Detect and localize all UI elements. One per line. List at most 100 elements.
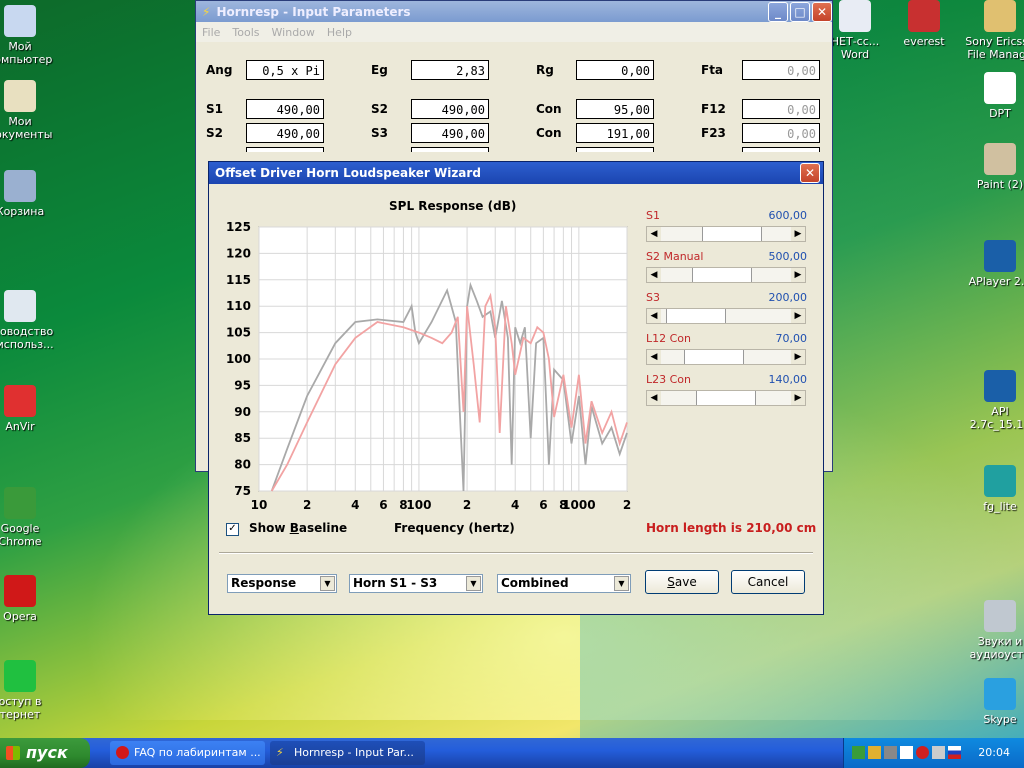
x-tick-label: 4 <box>351 498 359 512</box>
desktop-icon[interactable]: everest <box>884 0 964 48</box>
param-field[interactable]: 0,00 <box>742 60 820 80</box>
show-baseline-checkbox[interactable]: ✓ <box>226 523 239 536</box>
param-field[interactable]: 0,5 x Pi <box>246 60 324 80</box>
minimize-button[interactable]: _ <box>768 1 788 22</box>
param-field[interactable]: 0,00 <box>742 99 820 119</box>
slider-thumb[interactable] <box>666 309 727 323</box>
main-window-titlebar[interactable]: ⚡ Hornresp - Input Parameters _ □ ✕ <box>196 1 832 22</box>
tray-icons[interactable] <box>852 746 961 759</box>
menu-file[interactable]: File <box>202 26 220 39</box>
param-field[interactable]: 0,00 <box>576 60 654 80</box>
main-window-title: Hornresp - Input Parameters <box>216 4 411 19</box>
app-icon[interactable] <box>916 746 929 759</box>
param-field[interactable]: 0,00 <box>411 147 489 152</box>
param-field[interactable]: 2,83 <box>411 60 489 80</box>
param-field[interactable]: 0,00 <box>576 147 654 152</box>
param-field[interactable]: 490,00 <box>411 99 489 119</box>
chevron-down-icon: ▼ <box>466 576 481 591</box>
desktop-icon[interactable]: Skype <box>960 678 1024 726</box>
maximize-button[interactable]: □ <box>790 1 810 22</box>
desktop-icon[interactable]: Paint (2) <box>960 143 1024 191</box>
view-combo[interactable]: Response ▼ <box>227 574 337 593</box>
speaker-icon[interactable] <box>932 746 945 759</box>
slider-thumb[interactable] <box>695 391 756 405</box>
menu-tools[interactable]: Tools <box>232 26 259 39</box>
param-field[interactable]: 0,00 <box>742 147 820 152</box>
arrow-left-icon[interactable]: ◀ <box>647 268 661 282</box>
desktop-icon[interactable]: DPT <box>960 72 1024 120</box>
slider-scrollbar[interactable]: ◀ ▶ <box>646 267 806 283</box>
horn-length-text: Horn length is 210,00 cm <box>646 521 817 535</box>
desktop-icon[interactable]: Корзина <box>0 170 60 218</box>
param-field[interactable]: 490,00 <box>411 123 489 143</box>
desktop-icon[interactable]: Мои документы <box>0 80 60 141</box>
horn-combo[interactable]: Horn S1 - S3 ▼ <box>349 574 483 593</box>
chevron-down-icon: ▼ <box>320 576 335 591</box>
desktop-icon[interactable]: Google Chrome <box>0 487 60 548</box>
slider-scrollbar[interactable]: ◀ ▶ <box>646 226 806 242</box>
app-icon <box>4 5 36 37</box>
desktop-icon[interactable]: API 2.7c_15.10 <box>960 370 1024 431</box>
app-icon <box>984 240 1016 272</box>
desktop-icon[interactable]: уководство о использ... <box>0 290 60 351</box>
slider-thumb[interactable] <box>684 350 745 364</box>
start-button[interactable]: пуск <box>0 738 90 768</box>
arrow-left-icon[interactable]: ◀ <box>647 227 661 241</box>
opera-icon <box>116 746 129 759</box>
y-tick-label: 100 <box>226 352 251 366</box>
wizard-titlebar[interactable]: Offset Driver Horn Loudspeaker Wizard ✕ <box>209 162 823 184</box>
slider-thumb[interactable] <box>702 227 763 241</box>
arrow-right-icon[interactable]: ▶ <box>791 268 805 282</box>
param-field[interactable]: 0,00 <box>742 123 820 143</box>
arrow-right-icon[interactable]: ▶ <box>791 309 805 323</box>
separator <box>219 552 813 554</box>
language-flag-icon[interactable] <box>948 746 961 759</box>
wizard-close-button[interactable]: ✕ <box>800 163 820 183</box>
arrow-right-icon[interactable]: ▶ <box>791 391 805 405</box>
chevron-down-icon: ▼ <box>614 576 629 591</box>
desktop-icon[interactable]: AnVir <box>0 385 60 433</box>
save-button[interactable]: Save <box>645 570 719 594</box>
desktop-icon[interactable]: Opera <box>0 575 60 623</box>
mode-combo[interactable]: Combined ▼ <box>497 574 631 593</box>
y-tick-label: 90 <box>234 405 251 419</box>
app-icon[interactable] <box>884 746 897 759</box>
param-field[interactable]: 490,00 <box>246 99 324 119</box>
desktop-icon[interactable]: Sony Ericsso File Manage <box>960 0 1024 61</box>
x-tick-label: 6 <box>539 498 547 512</box>
app-icon <box>984 72 1016 104</box>
desktop-icon[interactable]: оступ в тернет <box>0 660 60 721</box>
show-baseline-label[interactable]: Show Baseline <box>249 521 347 535</box>
cancel-button[interactable]: Cancel <box>731 570 805 594</box>
param-field[interactable]: 490,00 <box>246 123 324 143</box>
arrow-left-icon[interactable]: ◀ <box>647 309 661 323</box>
arrow-left-icon[interactable]: ◀ <box>647 391 661 405</box>
y-tick-label: 125 <box>226 220 251 234</box>
param-field[interactable]: 0,00 <box>246 147 324 152</box>
param-field[interactable]: 191,00 <box>576 123 654 143</box>
app-icon[interactable] <box>900 746 913 759</box>
network-icon[interactable] <box>852 746 865 759</box>
task-faq[interactable]: FAQ по лабиринтам ... <box>110 741 265 765</box>
desktop-icon[interactable]: APlayer 2.8 <box>960 240 1024 288</box>
arrow-right-icon[interactable]: ▶ <box>791 227 805 241</box>
menu-window[interactable]: Window <box>272 26 315 39</box>
desktop-icon[interactable]: fg_lite <box>960 465 1024 513</box>
arrow-right-icon[interactable]: ▶ <box>791 350 805 364</box>
app-icon[interactable] <box>868 746 881 759</box>
param-label: S2 <box>371 102 388 116</box>
app-icon <box>4 660 36 692</box>
desktop-icon[interactable]: Мой компьютер <box>0 5 60 66</box>
slider-thumb[interactable] <box>691 268 752 282</box>
desktop-icon[interactable]: Звуки и аудиоустр <box>960 600 1024 661</box>
slider-scrollbar[interactable]: ◀ ▶ <box>646 308 806 324</box>
slider-scrollbar[interactable]: ◀ ▶ <box>646 349 806 365</box>
menu-help[interactable]: Help <box>327 26 352 39</box>
slider-scrollbar[interactable]: ◀ ▶ <box>646 390 806 406</box>
task-hornresp[interactable]: ⚡ Hornresp - Input Par... <box>270 741 425 765</box>
arrow-left-icon[interactable]: ◀ <box>647 350 661 364</box>
param-field[interactable]: 95,00 <box>576 99 654 119</box>
y-tick-label: 95 <box>234 378 251 392</box>
wizard-title: Offset Driver Horn Loudspeaker Wizard <box>215 166 481 180</box>
close-button[interactable]: ✕ <box>812 1 832 22</box>
